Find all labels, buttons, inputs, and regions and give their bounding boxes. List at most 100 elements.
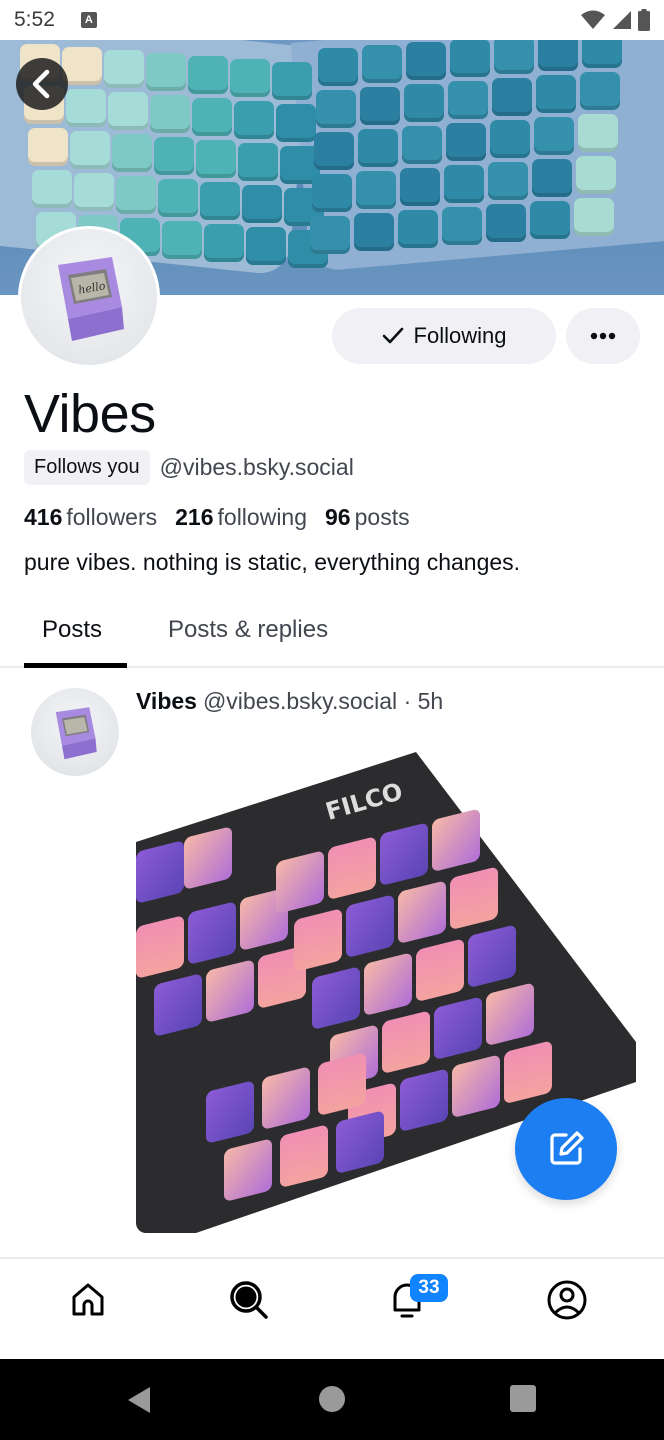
status-bar: 5:52 A [0,0,664,40]
nav-search[interactable] [226,1277,272,1323]
banner-keycap [488,162,528,200]
banner-keycap [200,182,240,220]
keycap-avatar-graphic: hello [58,257,124,341]
profile-avatar[interactable]: hello [18,226,160,368]
posts-count: 96 [325,504,351,530]
banner-keycap [444,165,484,203]
profile-icon [547,1280,587,1320]
banner-keycap [536,75,576,113]
banner-keycap [358,129,398,167]
banner-keycap [230,59,270,97]
following-stat[interactable]: 216 following [175,504,307,531]
banner-keycap [532,159,572,197]
banner-keycap [486,204,526,242]
banner-keycap [276,104,316,142]
banner-keycap [246,227,286,265]
check-icon [382,327,403,344]
post-separator: · [403,688,412,714]
post-author-avatar[interactable] [31,688,119,776]
home-icon [72,1283,104,1316]
banner-keycap [578,114,618,152]
system-recents-button[interactable] [510,1385,536,1413]
banner-keycap [450,40,490,77]
banner-keycap [312,174,352,212]
battery-icon [638,9,650,31]
banner-keycap [242,185,282,223]
banner-keycap [204,224,244,262]
more-options-button[interactable] [566,308,640,364]
banner-keycap [192,98,232,136]
post-header: Vibes @vibes.bsky.social · 5h [136,688,443,715]
followers-label: followers [66,504,158,530]
banner-keycap [402,126,442,164]
tab-posts-and-replies[interactable]: Posts & replies [168,616,328,644]
banner-keycap [74,173,114,211]
banner-keycap [66,89,106,127]
more-icon [590,332,616,340]
status-time: 5:52 [14,8,55,31]
post-time: 5h [417,688,444,714]
signal-icon [613,11,631,29]
chevron-left-icon [32,69,50,99]
banner-keycap [448,81,488,119]
active-tab-indicator [24,663,127,668]
banner-keycap [362,45,402,83]
post-author-handle[interactable]: @vibes.bsky.social [203,688,397,714]
nav-home[interactable] [65,1277,111,1323]
banner-keycap [150,95,190,133]
follows-you-badge: Follows you [24,450,150,485]
banner-keycap [272,62,312,100]
profile-tabs: Posts Posts & replies [0,604,664,668]
banner-keycap [530,201,570,239]
banner-keycap [400,168,440,206]
banner-keycap [62,47,102,85]
display-name: Vibes [24,384,156,444]
banner-keycap [70,131,110,169]
wifi-icon [581,10,605,29]
banner-keycap [446,123,486,161]
system-navigation-bar [0,1359,664,1440]
profile-bio: pure vibes. nothing is static, everythin… [24,549,521,575]
banner-keycap [406,42,446,80]
search-icon [230,1281,268,1319]
banner-keycap [188,56,228,94]
compose-button[interactable] [515,1098,617,1200]
system-home-button[interactable] [318,1385,346,1413]
followers-stat[interactable]: 416 followers [24,504,157,531]
banner-keycap [314,132,354,170]
banner-keycap [234,101,274,139]
following-label: following [217,504,308,530]
banner-keycap [112,134,152,172]
system-back-button[interactable] [126,1385,152,1415]
banner-keycap [104,50,144,88]
banner-keycap [534,117,574,155]
following-button[interactable]: Following [332,308,556,364]
a-icon: A [80,12,97,28]
banner-keycap [492,78,532,116]
banner-keycap [576,156,616,194]
posts-label: posts [354,504,410,530]
banner-keycap [398,210,438,248]
post-author-name[interactable]: Vibes [136,688,197,714]
banner-keycap [354,213,394,251]
banner-keycap [310,216,350,254]
posts-stat: 96 posts [325,504,410,531]
banner-keycap [154,137,194,175]
banner-keycap [580,72,620,110]
profile-stats: 416 followers 216 following 96 posts [24,504,410,531]
banner-keycap [162,221,202,259]
notifications-badge: 33 [410,1274,448,1302]
banner-keycap [574,198,614,236]
followers-count: 416 [24,504,63,530]
nav-profile[interactable] [544,1277,590,1323]
banner-keycap [490,120,530,158]
banner-keycap [318,48,358,86]
bottom-navigation: 33 [0,1257,664,1359]
handle-row: Follows you @vibes.bsky.social [24,450,354,485]
banner-keycap [108,92,148,130]
back-button[interactable] [16,58,68,110]
profile-handle: @vibes.bsky.social [159,454,354,480]
banner-keycap [158,179,198,217]
banner-keycap [356,171,396,209]
tab-posts[interactable]: Posts [42,616,102,644]
